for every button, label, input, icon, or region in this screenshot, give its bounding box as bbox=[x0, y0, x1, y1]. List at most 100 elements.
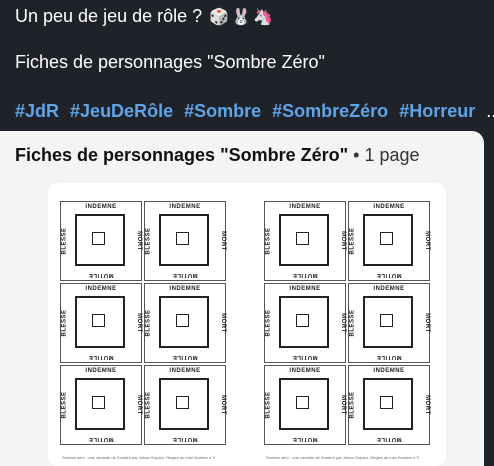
label-mutile: MUTILE bbox=[172, 272, 198, 278]
post-subtitle: Fiches de personnages "Sombre Zéro" bbox=[15, 52, 325, 72]
attachment-header: Fiches de personnages "Sombre Zéro" • 1 … bbox=[15, 145, 420, 166]
character-card: INDEMNE MUTILE BLESSE MORT bbox=[348, 201, 430, 281]
label-indemne: INDEMNE bbox=[373, 368, 405, 374]
character-card: INDEMNE MUTILE BLESSE MORT bbox=[144, 201, 226, 281]
label-mutile: MUTILE bbox=[376, 354, 402, 360]
dice-emoji: 🎲 bbox=[209, 9, 230, 26]
label-blesse: BLESSE bbox=[61, 309, 68, 337]
label-indemne: INDEMNE bbox=[373, 204, 405, 210]
character-sheet-left: INDEMNE MUTILE BLESSE MORT INDEMNE MUTILE BLES… bbox=[60, 201, 226, 445]
checkbox-square bbox=[92, 314, 105, 327]
label-blesse: BLESSE bbox=[145, 391, 152, 419]
label-mutile: MUTILE bbox=[88, 354, 114, 360]
label-mort: MORT bbox=[340, 395, 347, 415]
label-mort: MORT bbox=[424, 231, 431, 251]
checkbox-square bbox=[296, 396, 309, 409]
label-mort: MORT bbox=[220, 395, 227, 415]
hashtag-horreur[interactable]: #Horreur bbox=[399, 101, 475, 121]
hashtag-sombre[interactable]: #Sombre bbox=[184, 101, 261, 121]
label-mort: MORT bbox=[136, 313, 143, 333]
checkbox-square bbox=[380, 396, 393, 409]
character-card: INDEMNE MUTILE BLESSE MORT bbox=[60, 201, 142, 281]
hashtag-line: #JdR #JeuDeRôle #Sombre #SombreZéro #Hor… bbox=[15, 101, 494, 122]
label-indemne: INDEMNE bbox=[85, 368, 117, 374]
sheet-row: INDEMNE MUTILE BLESSE MORT INDEMNE MUTILE BLES… bbox=[60, 365, 226, 445]
label-mort: MORT bbox=[220, 231, 227, 251]
sheet-row: INDEMNE MUTILE BLESSE MORT INDEMNE MUTILE BLES… bbox=[264, 201, 430, 281]
attachment-page-count: • 1 page bbox=[348, 145, 420, 165]
label-blesse: BLESSE bbox=[61, 391, 68, 419]
label-blesse: BLESSE bbox=[61, 227, 68, 255]
label-mutile: MUTILE bbox=[88, 272, 114, 278]
checkbox-square bbox=[176, 314, 189, 327]
label-blesse: BLESSE bbox=[349, 309, 356, 337]
character-card: INDEMNE MUTILE BLESSE MORT bbox=[60, 283, 142, 363]
hashtag-ellipsis[interactable]: ... bbox=[486, 101, 494, 121]
label-indemne: INDEMNE bbox=[289, 286, 321, 292]
attachment-title: Fiches de personnages "Sombre Zéro" bbox=[15, 145, 349, 165]
post-intro: Un peu de jeu de rôle ? bbox=[15, 6, 203, 26]
checkbox-square bbox=[296, 232, 309, 245]
hashtag-jdr[interactable]: #JdR bbox=[15, 101, 59, 121]
label-mort: MORT bbox=[220, 313, 227, 333]
character-card: INDEMNE MUTILE BLESSE MORT bbox=[144, 283, 226, 363]
label-mutile: MUTILE bbox=[172, 354, 198, 360]
label-mort: MORT bbox=[136, 231, 143, 251]
label-indemne: INDEMNE bbox=[85, 204, 117, 210]
label-mutile: MUTILE bbox=[292, 272, 318, 278]
label-indemne: INDEMNE bbox=[169, 204, 201, 210]
label-blesse: BLESSE bbox=[265, 309, 272, 337]
character-card: INDEMNE MUTILE BLESSE MORT bbox=[348, 283, 430, 363]
label-mutile: MUTILE bbox=[376, 436, 402, 442]
unicorn-emoji: 🦄 bbox=[253, 9, 273, 26]
checkbox-square bbox=[176, 232, 189, 245]
label-indemne: INDEMNE bbox=[169, 286, 201, 292]
sheet-row: INDEMNE MUTILE BLESSE MORT INDEMNE MUTILE BLES… bbox=[264, 365, 430, 445]
label-blesse: BLESSE bbox=[349, 227, 356, 255]
label-blesse: BLESSE bbox=[265, 391, 272, 419]
character-card: INDEMNE MUTILE BLESSE MORT bbox=[264, 201, 346, 281]
sheet-footer-right: Sombre zéro : une variante de Sombre par… bbox=[266, 455, 420, 460]
character-card: INDEMNE MUTILE BLESSE MORT bbox=[264, 283, 346, 363]
checkbox-square bbox=[176, 396, 189, 409]
hashtag-sombrezero[interactable]: #SombreZéro bbox=[272, 101, 388, 121]
label-indemne: INDEMNE bbox=[289, 368, 321, 374]
sheet-row: INDEMNE MUTILE BLESSE MORT INDEMNE MUTILE BLES… bbox=[60, 201, 226, 281]
checkbox-square bbox=[92, 232, 105, 245]
label-mutile: MUTILE bbox=[292, 436, 318, 442]
checkbox-square bbox=[380, 232, 393, 245]
post-intro-line: Un peu de jeu de rôle ? 🎲 🐰 🦄 bbox=[15, 6, 273, 27]
sheet-footer-left: Sombre zéro : une variante de Sombre par… bbox=[62, 455, 216, 460]
label-blesse: BLESSE bbox=[145, 309, 152, 337]
label-indemne: INDEMNE bbox=[373, 286, 405, 292]
label-mort: MORT bbox=[136, 395, 143, 415]
label-mutile: MUTILE bbox=[172, 436, 198, 442]
attachment-card[interactable]: Fiches de personnages "Sombre Zéro" • 1 … bbox=[0, 131, 484, 466]
rabbit-emoji: 🐰 bbox=[231, 9, 251, 26]
label-mort: MORT bbox=[340, 313, 347, 333]
label-indemne: INDEMNE bbox=[289, 204, 321, 210]
label-mort: MORT bbox=[424, 313, 431, 333]
label-mutile: MUTILE bbox=[376, 272, 402, 278]
character-card: INDEMNE MUTILE BLESSE MORT bbox=[264, 365, 346, 445]
sheet-row: INDEMNE MUTILE BLESSE MORT INDEMNE MUTILE BLES… bbox=[60, 283, 226, 363]
document-preview[interactable]: INDEMNE MUTILE BLESSE MORT INDEMNE MUTILE BLES… bbox=[48, 183, 446, 466]
checkbox-square bbox=[92, 396, 105, 409]
checkbox-square bbox=[380, 314, 393, 327]
sheet-row: INDEMNE MUTILE BLESSE MORT INDEMNE MUTILE BLES… bbox=[264, 283, 430, 363]
label-mutile: MUTILE bbox=[292, 354, 318, 360]
label-mutile: MUTILE bbox=[88, 436, 114, 442]
label-blesse: BLESSE bbox=[145, 227, 152, 255]
label-blesse: BLESSE bbox=[265, 227, 272, 255]
label-mort: MORT bbox=[424, 395, 431, 415]
checkbox-square bbox=[296, 314, 309, 327]
character-card: INDEMNE MUTILE BLESSE MORT bbox=[348, 365, 430, 445]
label-blesse: BLESSE bbox=[349, 391, 356, 419]
label-indemne: INDEMNE bbox=[85, 286, 117, 292]
character-card: INDEMNE MUTILE BLESSE MORT bbox=[60, 365, 142, 445]
label-mort: MORT bbox=[340, 231, 347, 251]
label-indemne: INDEMNE bbox=[169, 368, 201, 374]
character-card: INDEMNE MUTILE BLESSE MORT bbox=[144, 365, 226, 445]
character-sheet-right: INDEMNE MUTILE BLESSE MORT INDEMNE MUTILE BLES… bbox=[264, 201, 430, 445]
hashtag-jeuderole[interactable]: #JeuDeRôle bbox=[70, 101, 173, 121]
